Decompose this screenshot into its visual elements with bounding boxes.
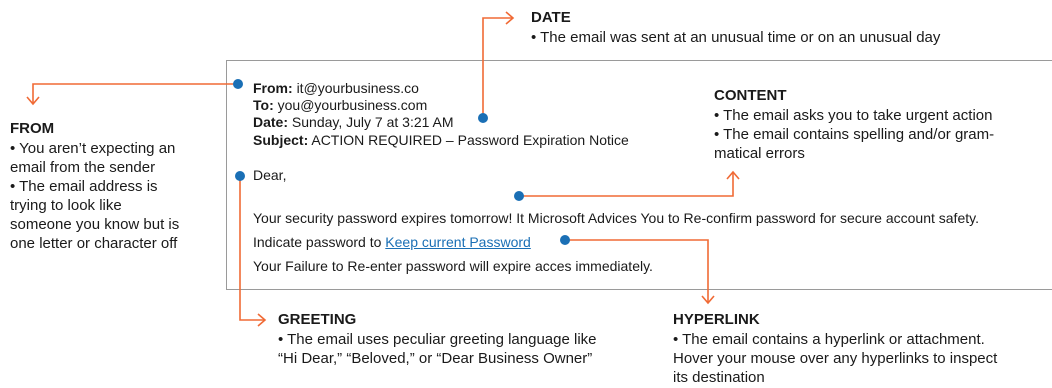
from-callout-line: • The email address is <box>10 178 158 195</box>
email-body-line-3: Your Failure to Re-enter password will e… <box>253 258 653 274</box>
date-callout-title: DATE <box>531 9 571 26</box>
email-date-row: Date: Sunday, July 7 at 3:21 AM <box>253 113 454 131</box>
date-callout: DATE • The email was sent at an unusual … <box>531 8 940 47</box>
greeting-arrowhead <box>257 313 267 327</box>
from-callout-line: one letter or character off <box>10 235 178 252</box>
date-value: Sunday, July 7 at 3:21 AM <box>291 114 454 130</box>
hyperlink-arrowhead <box>701 295 715 305</box>
date-label: Date: <box>253 114 289 130</box>
hyperlink-marker-dot <box>560 235 570 245</box>
subject-value: ACTION REQUIRED – Password Expiration No… <box>311 132 629 148</box>
from-marker-dot <box>233 79 243 89</box>
from-callout-line: someone you know but is <box>10 216 180 233</box>
greeting-callout: GREETING • The email uses peculiar greet… <box>278 310 597 368</box>
content-callout-line: matical errors <box>714 145 805 162</box>
content-callout: CONTENT • The email asks you to take urg… <box>714 86 994 163</box>
greeting-callout-line: • The email uses peculiar greeting langu… <box>278 331 597 348</box>
keep-password-link[interactable]: Keep current Password <box>385 234 531 250</box>
from-connector <box>32 83 238 103</box>
greeting-callout-title: GREETING <box>278 311 357 328</box>
line2-prefix: Indicate password to <box>253 234 382 250</box>
date-callout-text: • The email was sent at an unusual time … <box>531 29 941 46</box>
email-from-row: From: it@yourbusiness.co <box>253 79 419 97</box>
from-label: From: <box>253 80 293 96</box>
hyperlink-callout-line: • The email contains a hyperlink or atta… <box>673 331 985 348</box>
date-marker-dot <box>478 113 488 123</box>
subject-label: Subject: <box>253 132 309 148</box>
email-body-line-2: Indicate password to Keep current Passwo… <box>253 234 531 250</box>
content-callout-line: • The email contains spelling and/or gra… <box>714 126 995 143</box>
hyperlink-callout-line: Hover your mouse over any hyperlinks to … <box>673 350 998 367</box>
to-value: you@yourbusiness.com <box>277 97 428 113</box>
from-arrowhead <box>26 96 40 106</box>
hyperlink-callout-title: HYPERLINK <box>673 311 760 328</box>
to-label: To: <box>253 97 274 113</box>
from-callout-line: email from the sender <box>10 159 156 176</box>
from-callout-title: FROM <box>10 120 55 137</box>
greeting-marker-dot <box>235 171 245 181</box>
content-callout-title: CONTENT <box>714 87 787 104</box>
from-callout: FROM • You aren’t expecting an email fro… <box>10 119 179 253</box>
content-callout-line: • The email asks you to take urgent acti… <box>714 107 993 124</box>
email-body-line-1: Your security password expires tomorrow!… <box>253 210 979 226</box>
from-callout-line: • You aren’t expecting an <box>10 140 176 157</box>
email-subject-row: Subject: ACTION REQUIRED – Password Expi… <box>253 131 629 149</box>
hyperlink-callout-line: its destination <box>673 369 765 386</box>
from-value: it@yourbusiness.co <box>296 80 419 96</box>
email-to-row: To: you@yourbusiness.com <box>253 96 427 114</box>
content-marker-dot <box>514 191 524 201</box>
hyperlink-callout: HYPERLINK • The email contains a hyperli… <box>673 310 997 387</box>
date-arrowhead <box>505 11 515 25</box>
email-greeting: Dear, <box>253 167 287 183</box>
greeting-callout-line: “Hi Dear,” “Beloved,” or “Dear Business … <box>278 350 593 367</box>
from-callout-line: trying to look like <box>10 197 122 214</box>
